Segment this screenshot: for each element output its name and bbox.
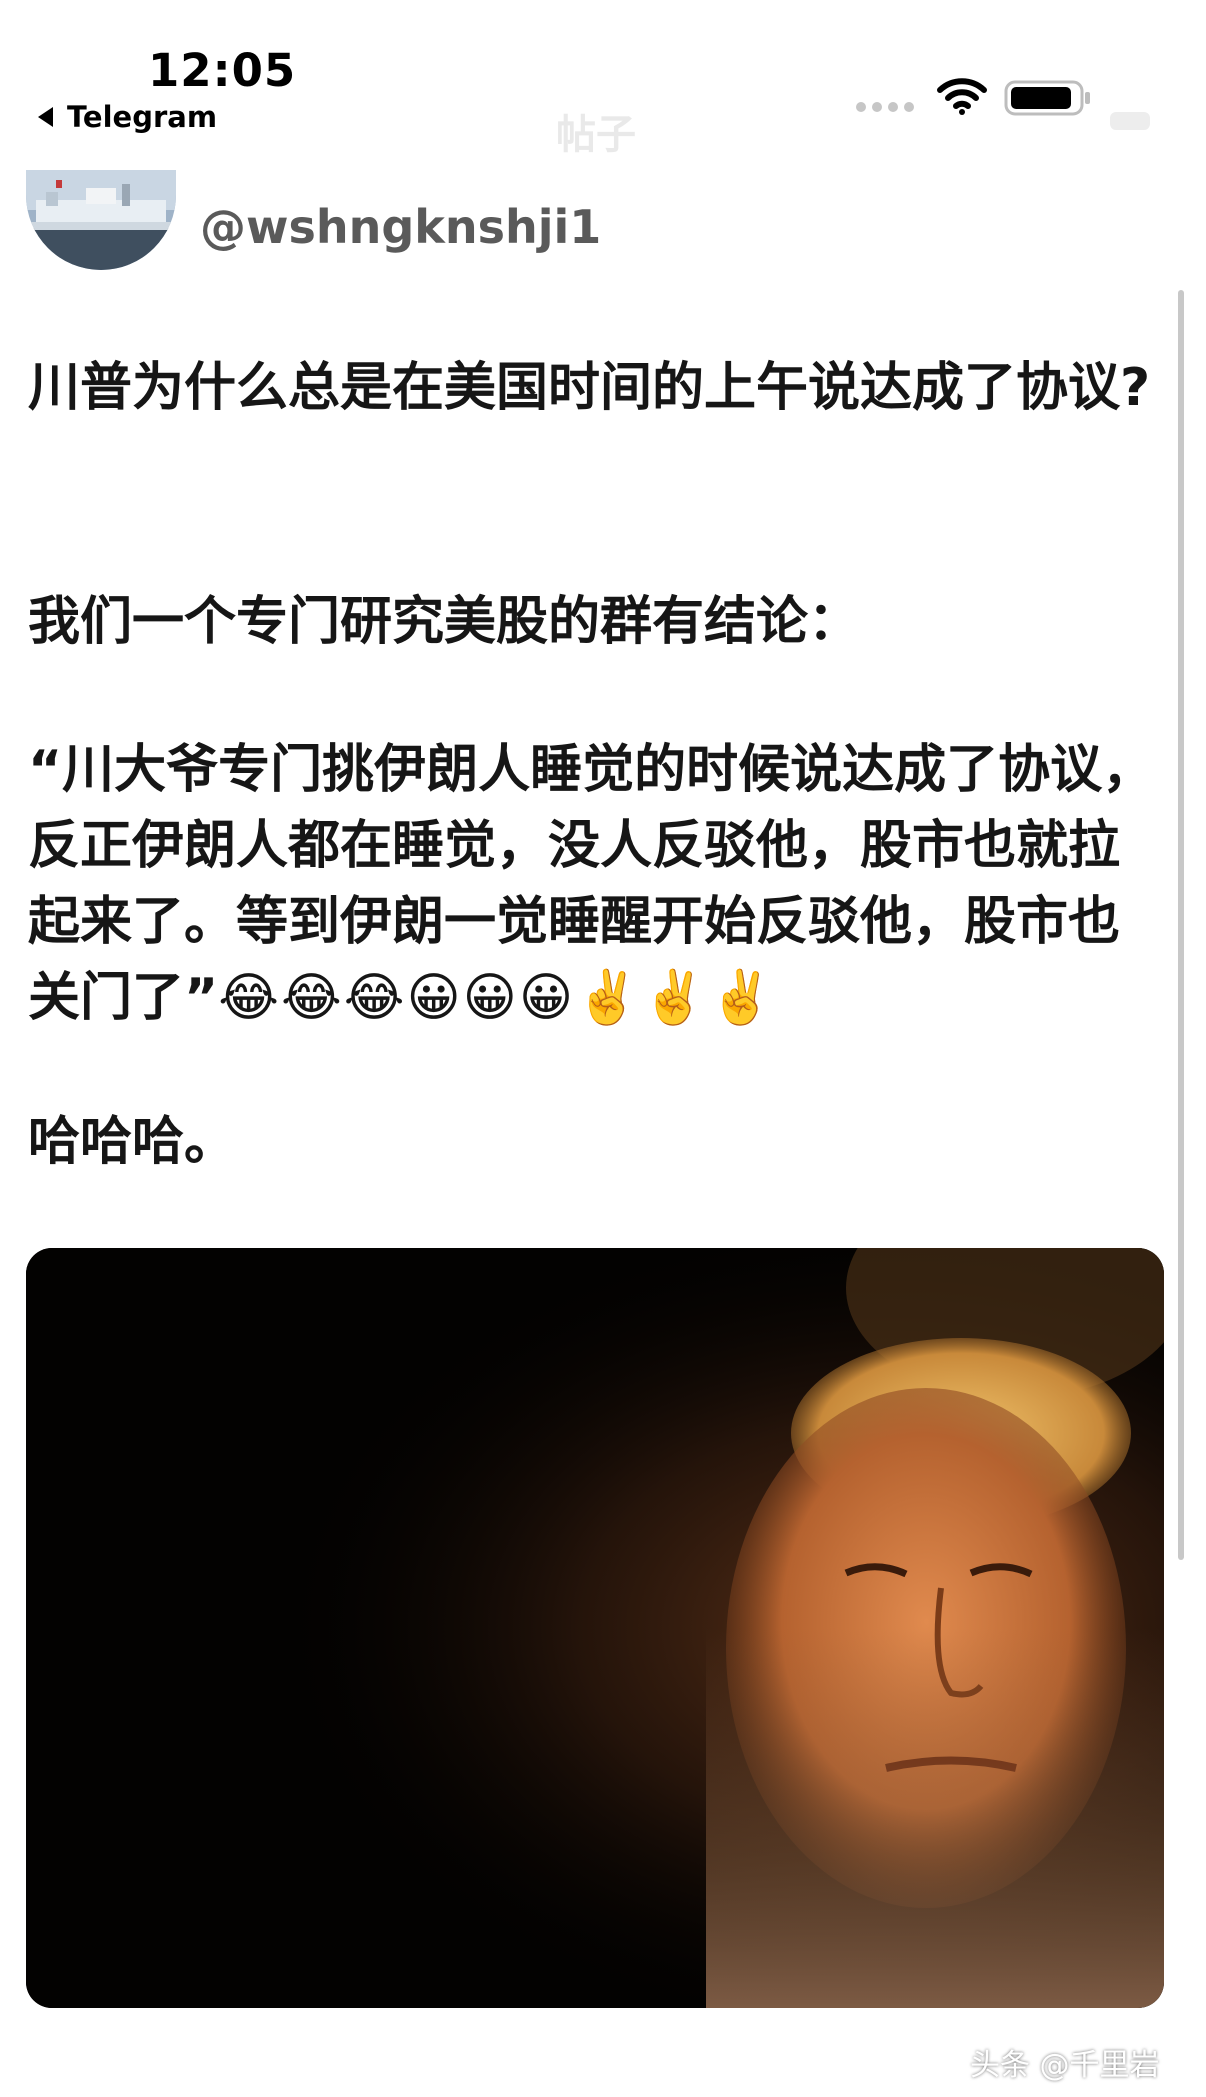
post-paragraph-question: 川普为什么总是在美国时间的上午说达成了协议? — [28, 358, 1151, 418]
post-paragraph-laugh: 哈哈哈。 — [28, 1112, 237, 1172]
screen: 12:05 Telegram 帖子 @wshngknshji1 川普为什么总是在… — [0, 0, 1206, 2097]
battery-icon — [1004, 80, 1090, 116]
status-time: 12:05 — [148, 44, 297, 97]
avatar-image — [26, 170, 176, 270]
nav-title: 帖子 — [556, 112, 636, 158]
back-arrow-icon — [38, 107, 53, 127]
back-to-telegram-button[interactable]: Telegram — [38, 100, 217, 134]
post-paragraph-conclusion: 我们一个专门研究美股的群有结论： — [28, 592, 861, 652]
post-paragraph-quote: “川大爷专门挑伊朗人睡觉的时候说达成了协议，反正伊朗人都在睡觉，没人反驳他，股市… — [28, 732, 1158, 1036]
emoji-reactions: 😂😂😂😀😀😀✌️✌️✌️ — [218, 968, 776, 1028]
scrollbar[interactable] — [1178, 290, 1184, 1560]
back-app-label: Telegram — [67, 100, 218, 134]
signal-icon — [856, 102, 914, 112]
user-handle[interactable]: @wshngknshji1 — [200, 200, 601, 254]
nav-action-ghost — [1110, 112, 1150, 130]
post-photo[interactable] — [26, 1248, 1164, 2008]
portrait-image — [26, 1248, 1164, 2008]
avatar[interactable] — [26, 170, 176, 270]
wifi-icon — [937, 78, 987, 115]
watermark: 头条 @千里岩 — [970, 2048, 1160, 2083]
